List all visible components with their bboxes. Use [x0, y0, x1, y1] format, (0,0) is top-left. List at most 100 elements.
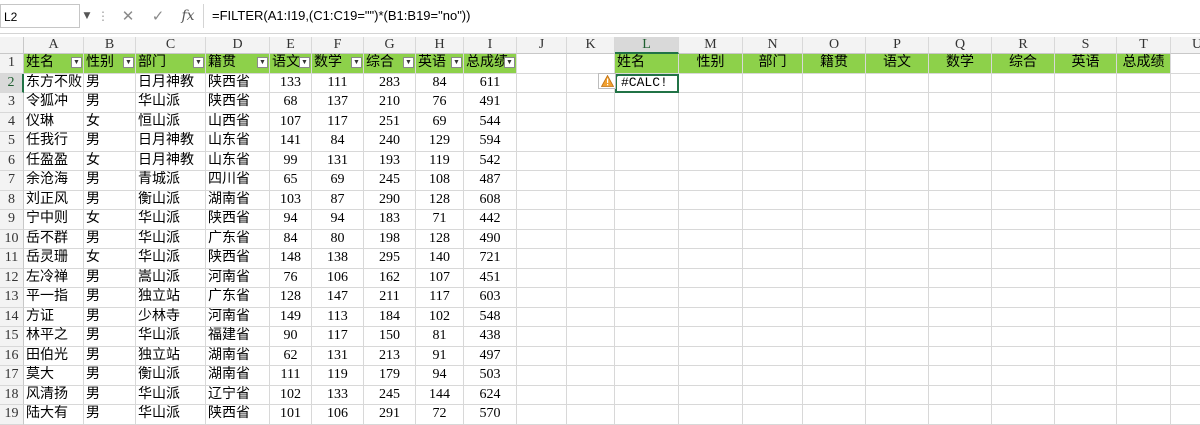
cell-t3[interactable]	[1117, 93, 1171, 113]
table-cell[interactable]: 608	[464, 190, 517, 210]
column-header-n[interactable]: N	[743, 37, 803, 54]
table-cell[interactable]: 岳灵珊	[24, 249, 84, 269]
cell-q16[interactable]	[929, 346, 992, 366]
cell-q7[interactable]	[929, 171, 992, 191]
table-cell[interactable]: 84	[270, 229, 312, 249]
cell-o12[interactable]	[803, 268, 866, 288]
cell-o6[interactable]	[803, 151, 866, 171]
table-cell[interactable]: 男	[84, 171, 136, 191]
table-cell[interactable]: 女	[84, 112, 136, 132]
cell-n12[interactable]	[743, 268, 803, 288]
cell-s6[interactable]	[1055, 151, 1117, 171]
cell-r10[interactable]	[992, 229, 1055, 249]
cell-t8[interactable]	[1117, 190, 1171, 210]
table-cell[interactable]: 113	[312, 307, 364, 327]
cell-l14[interactable]	[615, 307, 679, 327]
cell-r17[interactable]	[992, 366, 1055, 386]
table-cell[interactable]: 107	[416, 268, 464, 288]
table-cell[interactable]: 男	[84, 385, 136, 405]
table-cell[interactable]: 94	[312, 210, 364, 230]
cell-t11[interactable]	[1117, 249, 1171, 269]
table-cell[interactable]: 辽宁省	[206, 385, 270, 405]
name-box[interactable]: L2	[0, 4, 80, 28]
cell-m4[interactable]	[679, 112, 743, 132]
cell-m8[interactable]	[679, 190, 743, 210]
filter-dropdown-icon[interactable]: ▼	[123, 57, 134, 68]
column-header-c[interactable]: C	[136, 37, 206, 54]
table-cell[interactable]: 184	[364, 307, 416, 327]
table-cell[interactable]: 71	[416, 210, 464, 230]
table-cell[interactable]: 男	[84, 132, 136, 152]
table-cell[interactable]: 任盈盈	[24, 151, 84, 171]
cell-u13[interactable]	[1171, 288, 1200, 308]
table-cell[interactable]: 91	[416, 346, 464, 366]
cell-k3[interactable]	[567, 93, 615, 113]
cell-o14[interactable]	[803, 307, 866, 327]
cell-j12[interactable]	[517, 268, 567, 288]
table-cell[interactable]: 162	[364, 268, 416, 288]
table-cell[interactable]: 72	[416, 405, 464, 425]
column-header-j[interactable]: J	[517, 37, 567, 54]
cell-p14[interactable]	[866, 307, 929, 327]
cell-s7[interactable]	[1055, 171, 1117, 191]
cell-r2[interactable]	[992, 73, 1055, 93]
table-cell[interactable]: 147	[312, 288, 364, 308]
cell-k15[interactable]	[567, 327, 615, 347]
table-cell[interactable]: 594	[464, 132, 517, 152]
cell-k6[interactable]	[567, 151, 615, 171]
table-cell[interactable]: 女	[84, 210, 136, 230]
cell-u10[interactable]	[1171, 230, 1200, 249]
table-cell[interactable]: 99	[270, 151, 312, 171]
table-header-cell[interactable]: 数学 ▼	[312, 54, 364, 74]
table-cell[interactable]: 193	[364, 151, 416, 171]
cell-j10[interactable]	[517, 229, 567, 249]
cell-p2[interactable]	[866, 73, 929, 93]
cell-s3[interactable]	[1055, 93, 1117, 113]
cell-l6[interactable]	[615, 151, 679, 171]
cell-o7[interactable]	[803, 171, 866, 191]
cell-k10[interactable]	[567, 229, 615, 249]
table-cell[interactable]: 240	[364, 132, 416, 152]
table-cell[interactable]: 451	[464, 268, 517, 288]
table-cell[interactable]: 148	[270, 249, 312, 269]
table-cell[interactable]: 245	[364, 385, 416, 405]
result-header-cell[interactable]: 数学	[929, 54, 992, 74]
table-cell[interactable]: 198	[364, 229, 416, 249]
table-cell[interactable]: 84	[416, 73, 464, 93]
table-cell[interactable]: 542	[464, 151, 517, 171]
column-header-t[interactable]: T	[1117, 37, 1171, 54]
column-header-f[interactable]: F	[312, 37, 364, 54]
table-cell[interactable]: 山东省	[206, 132, 270, 152]
column-header-k[interactable]: K	[567, 37, 615, 54]
table-cell[interactable]: 108	[416, 171, 464, 191]
cell-s12[interactable]	[1055, 268, 1117, 288]
table-cell[interactable]: 河南省	[206, 268, 270, 288]
table-cell[interactable]: 133	[312, 385, 364, 405]
row-header-7[interactable]: 7	[0, 171, 24, 191]
cell-l8[interactable]	[615, 190, 679, 210]
table-cell[interactable]: 陕西省	[206, 210, 270, 230]
cell-s17[interactable]	[1055, 366, 1117, 386]
cell-s11[interactable]	[1055, 249, 1117, 269]
cell-t14[interactable]	[1117, 307, 1171, 327]
cell-m12[interactable]	[679, 268, 743, 288]
cell-k18[interactable]	[567, 385, 615, 405]
cell-n16[interactable]	[743, 346, 803, 366]
table-cell[interactable]: 女	[84, 151, 136, 171]
table-cell[interactable]: 广东省	[206, 288, 270, 308]
cell-s2[interactable]	[1055, 73, 1117, 93]
cell-m17[interactable]	[679, 366, 743, 386]
cell-r19[interactable]	[992, 405, 1055, 425]
cell-u7[interactable]	[1171, 171, 1200, 191]
cell-r7[interactable]	[992, 171, 1055, 191]
cell-m16[interactable]	[679, 346, 743, 366]
result-header-cell[interactable]: 籍贯	[803, 54, 866, 74]
cell-m7[interactable]	[679, 171, 743, 191]
cell-q8[interactable]	[929, 190, 992, 210]
cell-r6[interactable]	[992, 151, 1055, 171]
cell-o19[interactable]	[803, 405, 866, 425]
table-cell[interactable]: 陕西省	[206, 405, 270, 425]
table-cell[interactable]: 陕西省	[206, 73, 270, 93]
cell-k7[interactable]	[567, 171, 615, 191]
table-cell[interactable]: 宁中则	[24, 210, 84, 230]
